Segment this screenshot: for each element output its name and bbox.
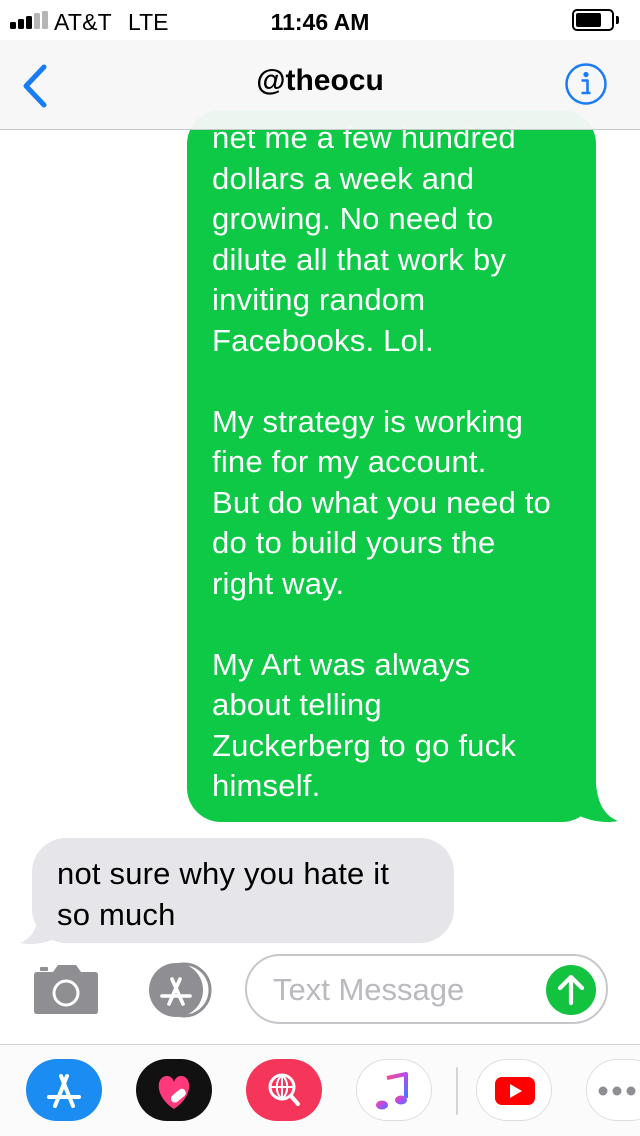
more-dots-icon: [598, 1086, 636, 1096]
sent-message-bubble[interactable]: net me a few hundred dollars a week and …: [187, 110, 596, 822]
app-store-app-button[interactable]: [26, 1059, 102, 1121]
contact-name[interactable]: @theocu: [0, 64, 640, 98]
app-store-icon: [149, 962, 212, 1018]
youtube-app-button[interactable]: [476, 1059, 552, 1121]
drawer-divider: [456, 1067, 458, 1115]
info-button[interactable]: [564, 62, 608, 106]
apps-button[interactable]: [140, 962, 214, 1018]
digital-touch-app-button[interactable]: [136, 1059, 212, 1121]
message-input[interactable]: [273, 970, 543, 1010]
globe-search-icon: [268, 1073, 300, 1106]
clock: 11:46 AM: [270, 9, 370, 35]
battery-icon: [572, 9, 614, 31]
message-text-field[interactable]: [245, 954, 608, 1024]
camera-button[interactable]: [32, 962, 100, 1016]
arrow-up-icon: [557, 974, 585, 1006]
more-apps-button[interactable]: [586, 1059, 640, 1121]
info-circle-icon: [565, 63, 607, 105]
conversation-header: @theocu: [0, 40, 640, 130]
image-search-app-button[interactable]: [246, 1059, 322, 1121]
digital-touch-heart-icon: [158, 1076, 190, 1109]
battery-cap: [616, 16, 619, 24]
camera-icon: [34, 965, 98, 1014]
music-app-button[interactable]: [356, 1059, 432, 1121]
composer-bar: [0, 944, 640, 1044]
youtube-play-icon: [495, 1077, 535, 1105]
music-note-icon: [376, 1072, 408, 1110]
app-drawer: [0, 1044, 640, 1136]
received-message-bubble[interactable]: not sure why you hate it so much: [32, 838, 454, 943]
app-store-icon: [47, 1074, 81, 1108]
send-button[interactable]: [546, 965, 596, 1015]
status-bar: AT&T LTE 11:46 AM: [0, 0, 640, 40]
